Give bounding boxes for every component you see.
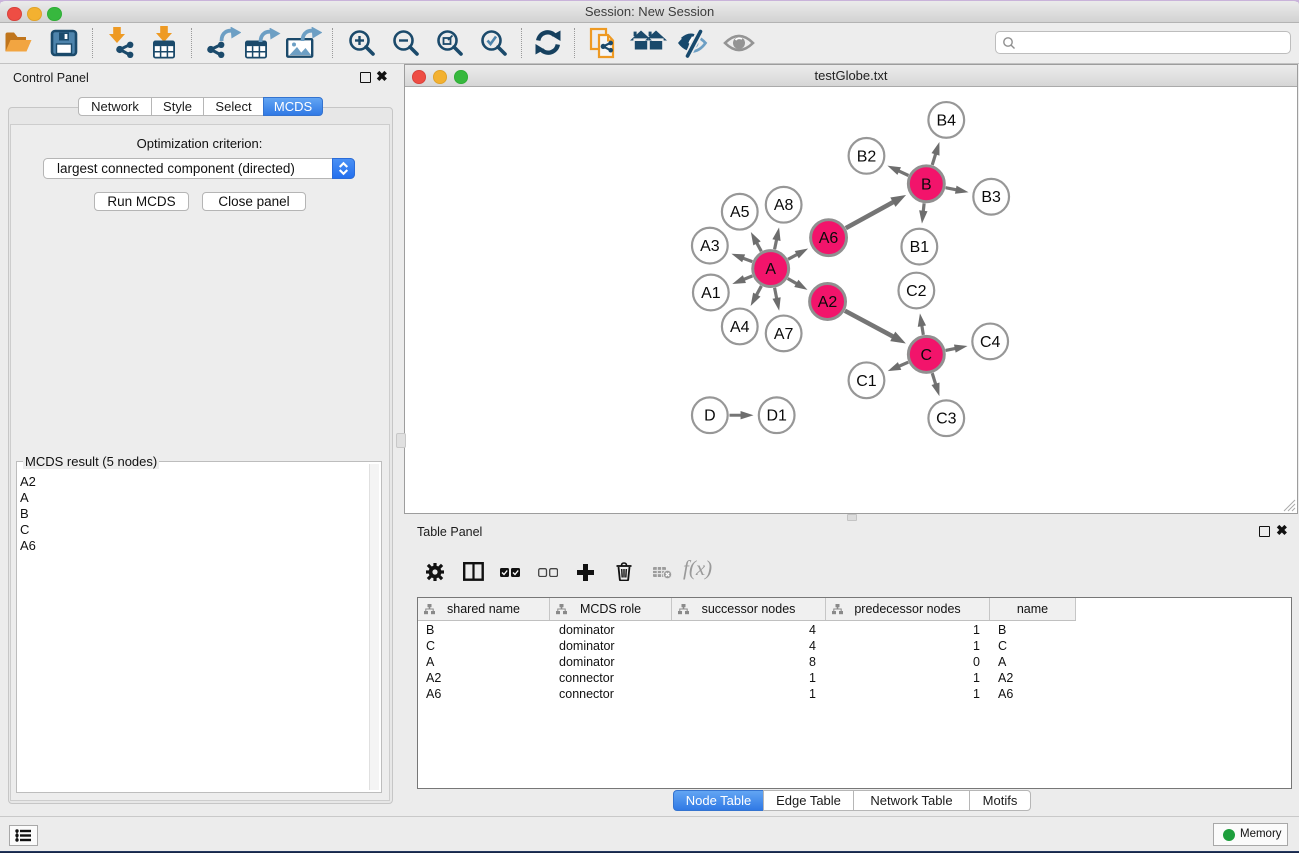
svg-text:A7: A7 — [774, 326, 794, 343]
svg-text:B3: B3 — [981, 189, 1001, 206]
svg-text:A6: A6 — [819, 230, 839, 247]
svg-text:A8: A8 — [774, 197, 794, 214]
svg-text:A1: A1 — [701, 285, 721, 302]
svg-text:A3: A3 — [700, 238, 720, 255]
svg-text:C3: C3 — [936, 411, 957, 428]
svg-text:A4: A4 — [730, 319, 750, 336]
svg-text:A2: A2 — [818, 294, 838, 311]
svg-text:C2: C2 — [906, 283, 927, 300]
svg-text:A5: A5 — [730, 204, 750, 221]
svg-text:C4: C4 — [980, 334, 1001, 351]
svg-text:A: A — [765, 261, 776, 278]
svg-text:C1: C1 — [856, 373, 877, 390]
svg-text:B4: B4 — [937, 112, 957, 129]
svg-text:D1: D1 — [766, 408, 787, 425]
svg-text:D: D — [704, 408, 716, 425]
svg-text:C: C — [921, 347, 933, 364]
svg-text:B: B — [921, 176, 932, 193]
svg-text:B2: B2 — [857, 148, 877, 165]
svg-text:B1: B1 — [910, 239, 930, 256]
